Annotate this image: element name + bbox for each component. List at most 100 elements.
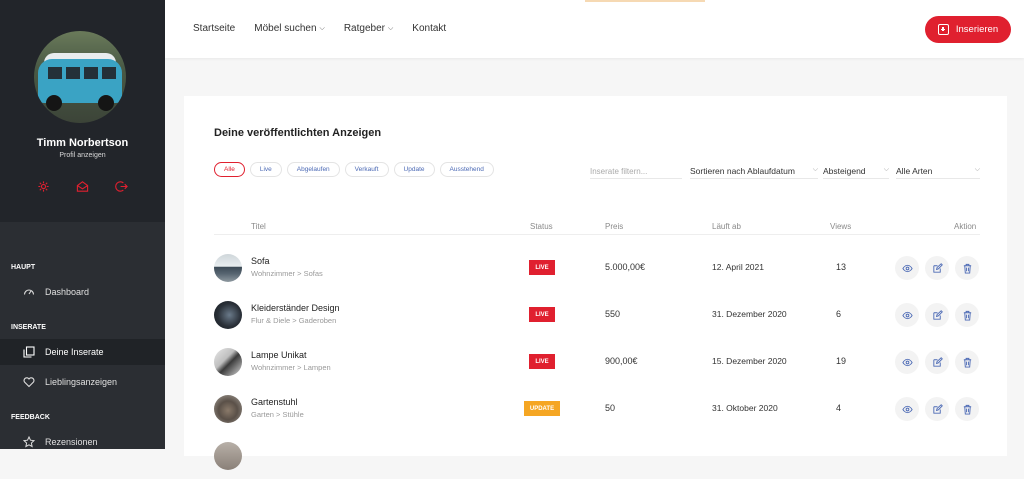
status-badge: LIVE — [529, 307, 555, 322]
listing-category: Flur & Diele > Gaderoben — [251, 316, 337, 325]
trash-icon — [963, 404, 971, 415]
eye-icon — [901, 311, 913, 319]
edit-button[interactable] — [925, 256, 949, 280]
chevron-down-icon: ⌵ — [387, 24, 394, 32]
listing-expires: 31. Oktober 2020 — [712, 403, 778, 413]
ads-card: Deine veröffentlichten Anzeigen Alle Liv… — [184, 96, 1007, 470]
eye-icon — [901, 264, 913, 272]
order-value: Absteigend — [823, 166, 866, 176]
edit-icon — [932, 262, 943, 273]
col-expires[interactable]: Läuft ab — [712, 222, 741, 231]
nav-label: Startseite — [193, 23, 236, 34]
edit-button[interactable] — [925, 303, 949, 327]
listing-category: Wohnzimmer > Sofas — [251, 269, 323, 278]
star-icon — [22, 435, 36, 448]
edit-button[interactable] — [925, 350, 949, 374]
nav-contact[interactable]: Kontakt — [412, 23, 446, 34]
listing-views: 4 — [836, 403, 842, 413]
view-button[interactable] — [895, 397, 919, 421]
filter-live[interactable]: Live — [249, 162, 282, 177]
search-placeholder: Inserate filtern... — [590, 166, 648, 176]
delete-button[interactable] — [955, 256, 979, 280]
delete-button[interactable] — [955, 397, 979, 421]
page-title: Deine veröffentlichten Anzeigen — [214, 127, 382, 139]
nav-label: Ratgeber — [343, 23, 385, 34]
table-row[interactable]: Kleiderständer Design Flur & Diele > Gad… — [184, 292, 1007, 338]
col-status[interactable]: Status — [530, 222, 553, 231]
sidebar-item-reviews[interactable]: Rezensionen — [0, 429, 165, 449]
delete-button[interactable] — [955, 303, 979, 327]
view-button[interactable] — [895, 350, 919, 374]
table-row[interactable] — [184, 433, 1007, 479]
sidebar-item-my-ads[interactable]: Deine Inserate — [0, 339, 165, 365]
search-input[interactable]: Inserate filtern... — [590, 164, 682, 179]
sidebar-item-favorites[interactable]: Lieblingsanzeigen — [0, 369, 165, 395]
eye-icon — [901, 405, 913, 413]
type-value: Alle Arten — [896, 166, 933, 176]
col-actions: Aktion — [954, 222, 977, 231]
listing-category: Garten > Stühle — [251, 410, 304, 419]
edit-icon — [932, 403, 943, 414]
filter-update[interactable]: Update — [393, 162, 435, 177]
profile-link[interactable]: Profil anzeigen — [0, 152, 165, 159]
dashboard-icon — [23, 286, 35, 298]
section-label-ads: INSERATE — [11, 324, 46, 331]
listing-title[interactable]: Gartenstuhl — [251, 397, 298, 407]
nav-furniture-search[interactable]: Möbel suchen ⌵ — [254, 23, 325, 34]
col-views[interactable]: Views — [830, 222, 851, 231]
sort-select[interactable]: Sortieren nach Ablaufdatum ⌵ — [690, 164, 818, 179]
listing-title[interactable]: Lampe Unikat — [251, 350, 307, 360]
listing-thumbnail — [214, 254, 242, 282]
sidebar-item-dashboard[interactable]: Dashboard — [0, 279, 165, 305]
chevron-down-icon: ⌵ — [812, 166, 818, 173]
listing-expires: 31. Dezember 2020 — [712, 309, 787, 319]
nav-home[interactable]: Startseite — [193, 23, 235, 34]
edit-icon — [932, 356, 943, 367]
listing-category: Wohnzimmer > Lampen — [251, 363, 331, 372]
nav-label: Kontakt — [412, 23, 447, 34]
status-badge: LIVE — [529, 260, 555, 275]
heart-icon — [23, 376, 35, 388]
listing-title[interactable]: Sofa — [251, 256, 270, 266]
view-button[interactable] — [895, 256, 919, 280]
type-select[interactable]: Alle Arten ⌵ — [896, 164, 980, 179]
sidebar-item-label: Lieblingsanzeigen — [45, 377, 118, 387]
delete-button[interactable] — [955, 350, 979, 374]
edit-button[interactable] — [925, 397, 949, 421]
table-row[interactable]: Gartenstuhl Garten > Stühle UPDATE 50 31… — [184, 386, 1007, 432]
listing-thumbnail — [214, 301, 242, 329]
col-title[interactable]: Titel — [251, 222, 266, 231]
filter-sold[interactable]: Verkauft — [344, 162, 389, 177]
listing-expires: 15. Dezember 2020 — [712, 356, 787, 366]
listing-price: 5.000,00€ — [605, 262, 646, 272]
sidebar-item-label: Dashboard — [45, 287, 90, 297]
status-badge: LIVE — [529, 354, 555, 369]
insert-button[interactable]: Inserieren — [925, 16, 1011, 43]
inbox-icon[interactable] — [76, 180, 89, 193]
listing-views: 6 — [836, 309, 842, 319]
status-badge: UPDATE — [524, 401, 560, 416]
logout-icon[interactable] — [115, 180, 128, 193]
chevron-down-icon: ⌵ — [974, 166, 980, 173]
nav-label: Möbel suchen — [254, 23, 317, 34]
nav-guide[interactable]: Ratgeber ⌵ — [344, 23, 393, 34]
top-navbar: Startseite Möbel suchen ⌵ Ratgeber ⌵ Konta… — [165, 0, 1024, 58]
col-price[interactable]: Preis — [605, 222, 623, 231]
settings-icon[interactable] — [37, 180, 50, 193]
listing-thumbnail — [214, 395, 242, 423]
order-select[interactable]: Absteigend ⌵ — [823, 164, 889, 179]
listing-expires: 12. April 2021 — [712, 262, 764, 272]
view-button[interactable] — [895, 303, 919, 327]
table-row[interactable]: Sofa Wohnzimmer > Sofas LIVE 5.000,00€ 1… — [184, 245, 1007, 291]
filter-all[interactable]: Alle — [214, 162, 245, 177]
table-row[interactable]: Lampe Unikat Wohnzimmer > Lampen LIVE 90… — [184, 339, 1007, 385]
chevron-down-icon: ⌵ — [883, 166, 889, 173]
listing-title[interactable]: Kleiderständer Design — [251, 303, 340, 313]
listing-price: 550 — [605, 309, 621, 319]
listing-price: 900,00€ — [605, 356, 638, 366]
filter-pending[interactable]: Ausstehend — [439, 162, 494, 177]
avatar[interactable] — [34, 31, 126, 123]
trash-icon — [963, 310, 971, 321]
filter-expired[interactable]: Abgelaufen — [286, 162, 340, 177]
trash-icon — [963, 357, 971, 368]
